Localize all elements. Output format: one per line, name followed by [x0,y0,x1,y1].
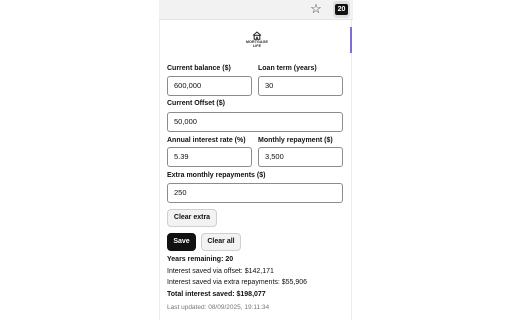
current-offset-input[interactable]: 50,000 [167,112,343,132]
bookmark-star-icon[interactable]: ☆ [308,1,324,17]
current-offset-label: Current Offset ($) [167,100,225,107]
monthly-repayment-input[interactable]: 3,500 [258,147,343,167]
loan-term-label: Loan term (years) [258,65,317,72]
interest-saved-extra-text: Interest saved via extra repayments: $55… [167,279,308,286]
total-interest-saved-text: Total interest saved: $198,077 [167,291,266,298]
clear-all-button[interactable]: Clear all [201,233,241,251]
interest-rate-input[interactable]: 5.39 [167,147,252,167]
last-updated-text: Last updated: 08/09/2025, 19:11:34 [167,304,270,311]
interest-saved-offset-text: Interest saved via offset: $142,171 [167,268,274,275]
popup-scroll-accent [350,27,352,53]
extra-repayments-input[interactable]: 250 [167,183,343,203]
extension-badge: 20 [335,4,348,15]
clear-extra-button[interactable]: Clear extra [167,209,217,227]
house-icon [252,31,262,40]
browser-toolbar: ☆ 20 [159,0,353,20]
monthly-repayment-label: Monthly repayment ($) [258,137,333,144]
loan-term-input[interactable]: 30 [258,76,343,96]
years-remaining-text: Years remaining: 20 [167,256,234,263]
current-balance-label: Current balance ($) [167,65,231,72]
mortgage-life-logo: MORTGAGE LIFE [243,31,271,53]
interest-rate-label: Annual interest rate (%) [167,137,246,144]
logo-text-line2: LIFE [252,44,262,48]
save-button[interactable]: Save [167,233,196,251]
current-balance-input[interactable]: 600,000 [167,76,252,96]
extension-button[interactable]: 20 [333,1,350,18]
extra-repayments-label: Extra monthly repayments ($) [167,172,266,179]
